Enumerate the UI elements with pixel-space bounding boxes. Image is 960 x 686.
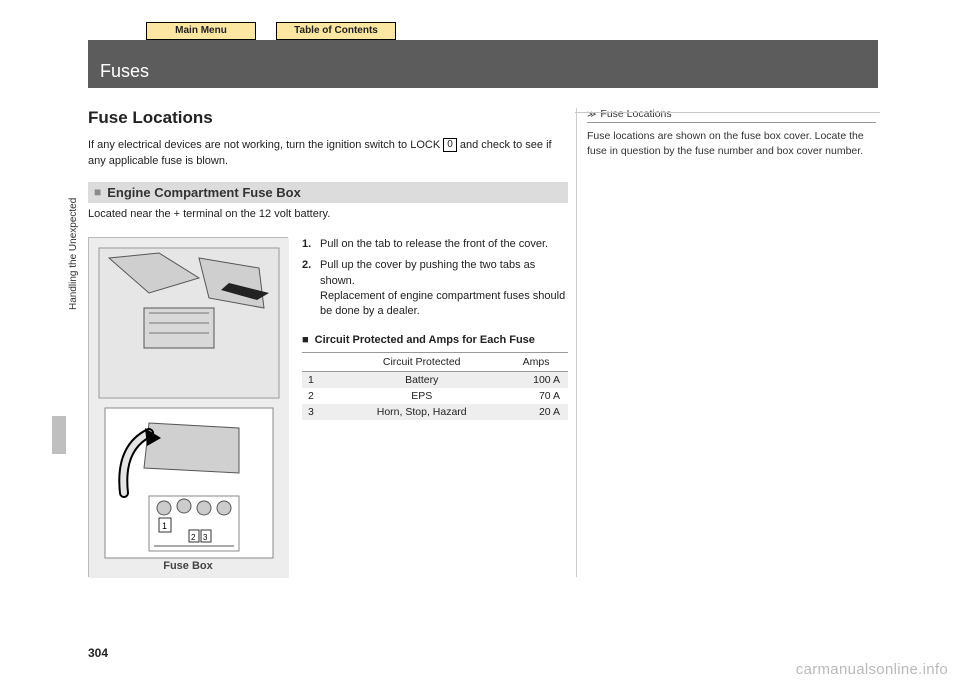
illustration-caption: Fuse Box xyxy=(163,560,213,572)
sidebar-title: Fuse Locations xyxy=(600,108,671,120)
table-row: 1 Battery 100 A xyxy=(302,371,568,388)
chapter-spine-label: Handling the Unexpected xyxy=(68,198,79,310)
step-item: 1. Pull on the tab to release the front … xyxy=(302,237,568,252)
th-amps: Amps xyxy=(504,352,568,371)
cell-num: 1 xyxy=(302,371,339,388)
square-bullet-icon: ■ xyxy=(302,334,309,346)
lock-position-symbol: 0 xyxy=(443,138,457,152)
svg-text:1: 1 xyxy=(162,521,167,531)
cell-amps: 20 A xyxy=(504,404,568,420)
step-text-line: Pull up the cover by pushing the two tab… xyxy=(320,259,535,286)
step-number: 2. xyxy=(302,258,320,320)
chapter-spine-tab xyxy=(52,416,66,454)
subsection-heading: ■ Engine Compartment Fuse Box xyxy=(88,182,568,203)
svg-text:2: 2 xyxy=(191,533,196,542)
header-divider xyxy=(575,112,880,113)
cell-name: EPS xyxy=(339,388,504,404)
section-intro: If any electrical devices are not workin… xyxy=(88,138,568,170)
square-bullet-icon: ■ xyxy=(94,185,101,199)
page-header-bar: Fuses xyxy=(88,40,878,88)
cell-num: 2 xyxy=(302,388,339,404)
intro-text-a: If any electrical devices are not workin… xyxy=(88,139,443,151)
cell-amps: 70 A xyxy=(504,388,568,404)
page-number: 304 xyxy=(88,646,108,660)
table-of-contents-button[interactable]: Table of Contents xyxy=(276,22,396,40)
table-row: 3 Horn, Stop, Hazard 20 A xyxy=(302,404,568,420)
step-note: Replacement of engine compartment fuses … xyxy=(320,290,565,317)
cell-amps: 100 A xyxy=(504,371,568,388)
table-row: 2 EPS 70 A xyxy=(302,388,568,404)
cell-num: 3 xyxy=(302,404,339,420)
fuse-table-title-text: Circuit Protected and Amps for Each Fuse xyxy=(315,334,535,346)
fuse-table: Circuit Protected Amps 1 Battery 100 A xyxy=(302,352,568,420)
sidebar-body: Fuse locations are shown on the fuse box… xyxy=(587,129,876,159)
sidebar-column: ≫ Fuse Locations Fuse locations are shown… xyxy=(576,108,876,577)
cell-name: Horn, Stop, Hazard xyxy=(339,404,504,420)
sidebar-title-row: ≫ Fuse Locations xyxy=(587,108,876,123)
top-nav: Main Menu Table of Contents xyxy=(88,22,878,40)
step-list: 1. Pull on the tab to release the front … xyxy=(302,237,568,577)
section-title: Fuse Locations xyxy=(88,108,568,128)
fuse-table-title: ■ Circuit Protected and Amps for Each Fu… xyxy=(302,334,568,346)
step-number: 1. xyxy=(302,237,320,252)
cell-name: Battery xyxy=(339,371,504,388)
page-header-title: Fuses xyxy=(100,61,149,82)
watermark: carmanualsonline.info xyxy=(796,661,948,678)
th-circuit: Circuit Protected xyxy=(339,352,504,371)
main-column: Fuse Locations If any electrical devices… xyxy=(88,108,568,577)
step-text: Pull up the cover by pushing the two tab… xyxy=(320,258,568,320)
subsection-title: Engine Compartment Fuse Box xyxy=(107,185,301,200)
main-menu-button[interactable]: Main Menu xyxy=(146,22,256,40)
crossref-icon: ≫ xyxy=(587,109,596,119)
fuse-box-illustration: 1 2 3 Fuse Box xyxy=(88,237,288,577)
subsection-body: Located near the + terminal on the 12 vo… xyxy=(88,207,568,223)
svg-text:3: 3 xyxy=(203,533,208,542)
step-item: 2. Pull up the cover by pushing the two … xyxy=(302,258,568,320)
step-text: Pull on the tab to release the front of … xyxy=(320,237,548,252)
